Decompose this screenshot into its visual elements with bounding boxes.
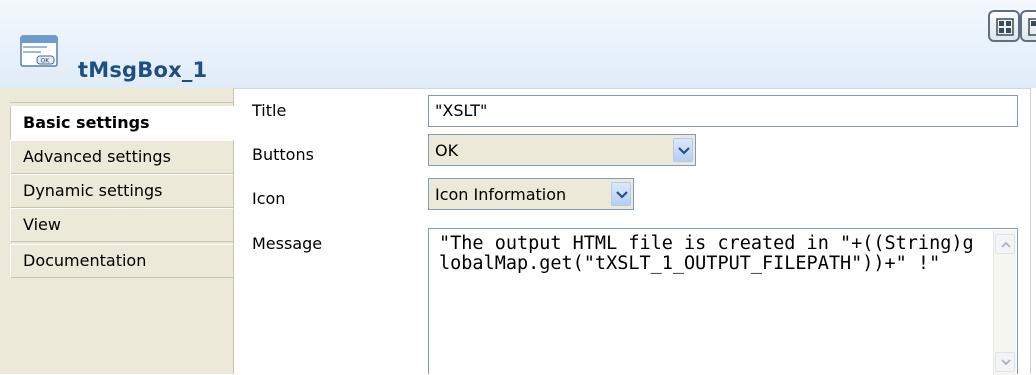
- message-text: "The output HTML file is created in "+((…: [439, 233, 974, 274]
- message-scrollbar[interactable]: [993, 230, 1016, 375]
- buttons-select[interactable]: OK: [428, 134, 696, 166]
- chevron-down-icon[interactable]: [673, 138, 693, 162]
- chevron-down-icon[interactable]: [611, 182, 631, 206]
- scroll-up-icon[interactable]: [995, 234, 1015, 254]
- icon-select-value: Icon Information: [435, 185, 567, 204]
- component-title: tMsgBox_1: [78, 58, 208, 82]
- tabs-top-strip: [10, 88, 233, 103]
- tab-advanced-settings[interactable]: Advanced settings: [10, 140, 233, 174]
- tab-documentation[interactable]: Documentation: [10, 244, 233, 278]
- component-header: OK tMsgBox_1: [0, 0, 1036, 89]
- icon-label: Icon: [252, 189, 286, 208]
- tab-dynamic-settings[interactable]: Dynamic settings: [10, 174, 233, 208]
- buttons-select-value: OK: [435, 141, 459, 160]
- settings-tabs: Basic settings Advanced settings Dynamic…: [0, 88, 234, 374]
- panel-right-edge: [1030, 88, 1036, 374]
- buttons-label: Buttons: [252, 145, 314, 164]
- title-label: Title: [252, 101, 287, 120]
- icon-select[interactable]: Icon Information: [428, 178, 634, 210]
- title-field[interactable]: "XSLT": [428, 95, 1018, 127]
- message-field[interactable]: "The output HTML file is created in "+((…: [428, 228, 1018, 375]
- layout-grid-icon[interactable]: [988, 10, 1020, 42]
- tab-view[interactable]: View: [10, 208, 233, 242]
- svg-text:OK: OK: [41, 58, 51, 65]
- layout-columns-icon[interactable]: [1020, 10, 1036, 42]
- msgbox-component-icon: OK: [20, 35, 58, 67]
- scroll-down-icon[interactable]: [995, 352, 1015, 372]
- message-label: Message: [252, 234, 323, 253]
- tab-basic-settings[interactable]: Basic settings: [10, 106, 234, 140]
